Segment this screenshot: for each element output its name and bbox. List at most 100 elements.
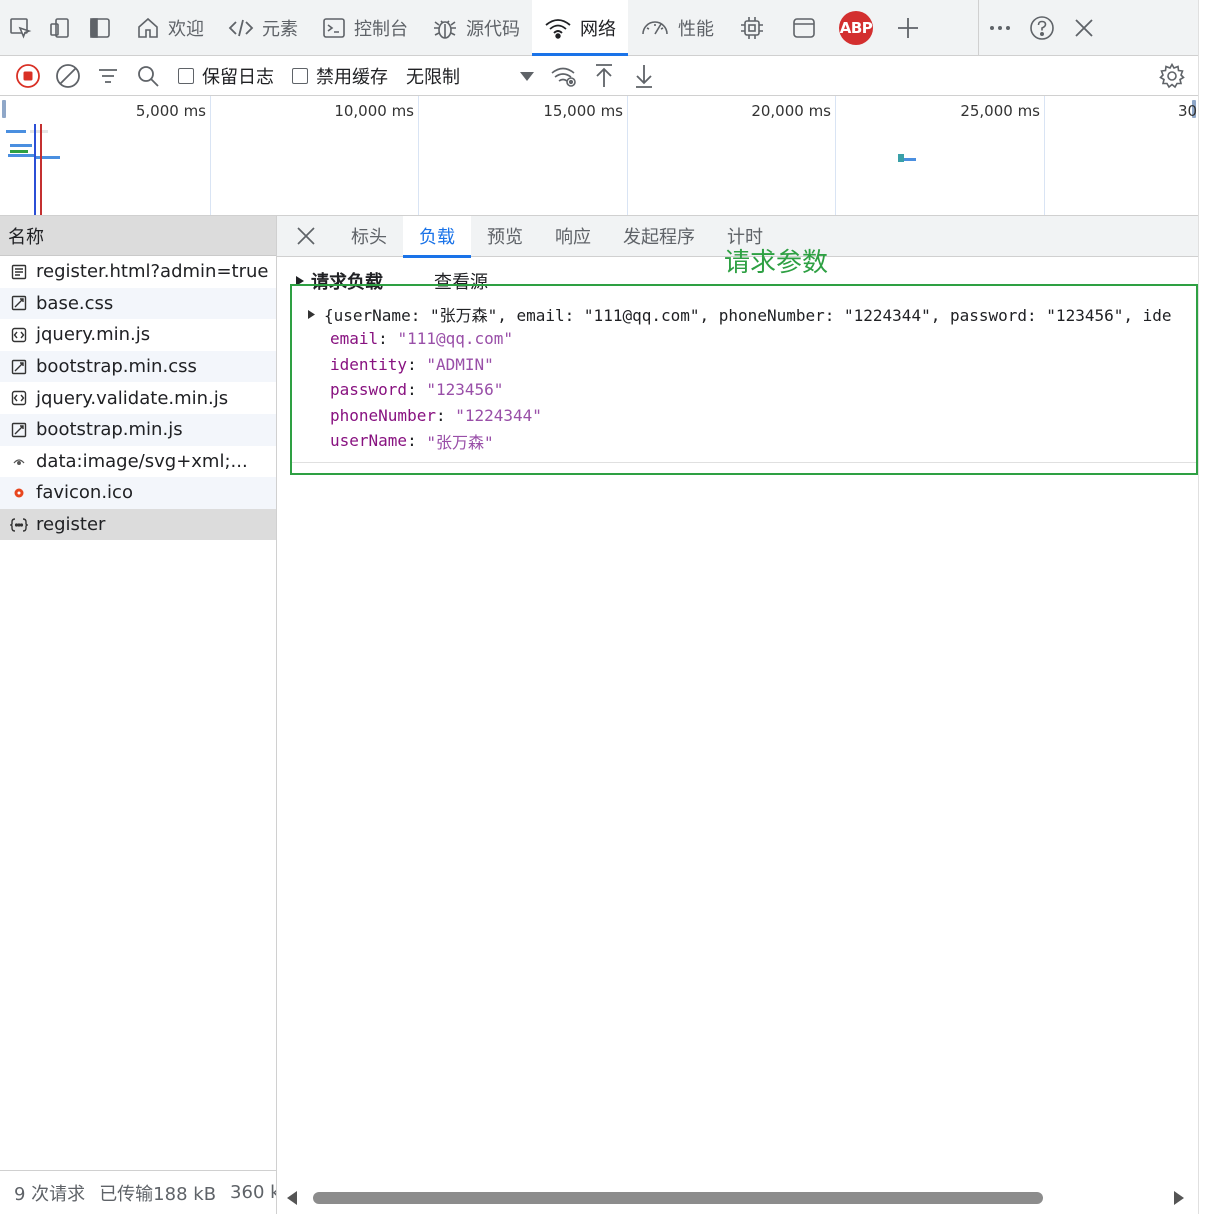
payload-property[interactable]: password: "123456" [307,377,1187,403]
request-row[interactable]: favicon.ico [0,477,276,509]
device-emulation-icon[interactable] [40,0,80,56]
request-details-panel: 标头 负载 预览 响应 发起程序 计时 请求负载 查看源 请求参数 {userN… [277,215,1198,1214]
request-row[interactable]: data:image/svg+xml;... [0,446,276,478]
tab-elements[interactable]: 元素 [216,0,310,56]
tab-performance[interactable]: 性能 [628,0,726,56]
network-settings-gear-icon[interactable] [1152,56,1192,96]
tab-preview[interactable]: 预览 [471,216,539,257]
gauge-icon [642,20,668,34]
chevron-down-icon[interactable] [510,56,544,96]
request-row[interactable]: jquery.min.js [0,319,276,351]
help-icon[interactable] [1021,0,1063,56]
timeline-tick-label: 20,000 ms [751,102,831,120]
inspect-element-icon[interactable] [0,0,40,56]
more-tools-button[interactable] [882,0,934,56]
image-icon [10,452,28,470]
timeline-tick-label: 10,000 ms [334,102,414,120]
bug-icon [434,19,456,39]
preserve-log-checkbox[interactable]: 保留日志 [178,63,274,89]
request-row[interactable]: base.css [0,287,276,320]
close-devtools-icon[interactable] [1063,0,1105,56]
property-value: "1224344" [455,405,542,425]
tab-console[interactable]: 控制台 [310,0,420,56]
search-icon[interactable] [128,56,168,96]
payload-tree: {userName: "张万森", email: "111@qq.com", p… [307,302,1187,454]
tab-label: 网络 [580,18,616,40]
export-har-icon[interactable] [624,56,664,96]
checkbox-box[interactable] [178,67,194,84]
payload-property[interactable]: email: "111@qq.com" [307,326,1187,352]
disable-cache-checkbox[interactable]: 禁用缓存 [292,63,388,89]
timeline-tick-label: 30 [1178,102,1198,120]
waterfall-bar [30,130,48,133]
property-key: password [330,380,408,400]
checkbox-label: 禁用缓存 [316,66,388,88]
tab-payload[interactable]: 负载 [403,215,471,258]
favicon-icon [10,484,28,502]
wifi-icon [545,18,571,39]
close-details-icon[interactable] [277,216,335,257]
tab-memory[interactable] [726,0,778,56]
page-edge-strip [1198,0,1224,1214]
payload-property[interactable]: identity: "ADMIN" [307,352,1187,378]
record-stop-icon[interactable] [8,56,48,96]
window-controls [979,0,1105,56]
tab-label: 元素 [262,18,298,40]
tab-application[interactable] [778,0,830,56]
timeline-tick-label: 15,000 ms [543,102,623,120]
payload-summary: {userName: "张万森", email: "111@qq.com", p… [324,306,1172,325]
tab-label: 欢迎 [168,18,204,40]
window-icon [793,17,815,38]
tab-response[interactable]: 响应 [539,216,607,257]
timeline-tick-label: 5,000 ms [135,102,206,120]
request-row-selected[interactable]: register [0,508,276,541]
horizontal-scrollbar[interactable] [277,1184,1198,1214]
filter-icon[interactable] [88,56,128,96]
timeline-gridline [210,96,211,215]
resources-size: 360 k [230,1182,276,1203]
tab-headers[interactable]: 标头 [335,216,403,257]
property-value: "ADMIN" [426,354,494,374]
tab-network[interactable]: 网络 [532,0,628,56]
timeline-overview[interactable]: 5,000 ms 10,000 ms 15,000 ms 20,000 ms 2… [0,96,1198,216]
tab-adblock-plus[interactable]: ABP [830,0,882,56]
tab-initiator[interactable]: 发起程序 [607,216,711,257]
dom-content-loaded-line [34,124,36,215]
timeline-gridline [1044,96,1045,215]
request-name: bootstrap.min.css [36,356,197,378]
clear-icon[interactable] [48,56,88,96]
more-options-icon[interactable] [979,0,1021,56]
property-value: "张万森" [426,432,494,452]
property-value: "111@qq.com" [397,329,514,349]
throttling-select[interactable]: 无限制 [406,63,460,89]
column-header-name[interactable]: 名称 [0,216,276,256]
request-row[interactable]: register.html?admin=true [0,256,276,288]
waterfall-bar [8,154,34,157]
request-name: favicon.ico [36,482,133,504]
stylesheet-icon [10,294,28,312]
tab-label: 性能 [678,18,714,40]
scrollbar-thumb[interactable] [313,1192,1043,1204]
property-value: "123456" [426,380,504,400]
request-list: register.html?admin=true base.css jquery… [0,256,276,541]
import-har-icon[interactable] [584,56,624,96]
property-key: userName [330,431,408,451]
scroll-left-arrow-icon[interactable] [287,1191,297,1205]
tab-welcome[interactable]: 欢迎 [124,0,216,56]
request-row[interactable]: bootstrap.min.css [0,350,276,383]
tab-sources[interactable]: 源代码 [420,0,532,56]
checkbox-box[interactable] [292,67,308,84]
request-row[interactable]: bootstrap.min.js [0,413,276,446]
payload-property[interactable]: phoneNumber: "1224344" [307,403,1187,429]
home-icon [138,17,158,38]
devtools-tabbar: 欢迎 元素 控制台 源代码 网络 性能 ABP [0,0,1198,56]
request-row[interactable]: jquery.validate.min.js [0,382,276,414]
payload-property[interactable]: userName: "张万森" [307,428,1187,454]
network-conditions-icon[interactable] [544,56,584,96]
scroll-right-arrow-icon[interactable] [1174,1191,1184,1205]
document-icon [10,263,28,281]
overview-handle-left[interactable] [2,100,6,118]
payload-summary-row[interactable]: {userName: "张万森", email: "111@qq.com", p… [307,302,1187,326]
dock-sidebar-icon[interactable] [80,0,120,56]
script-icon [10,389,28,407]
